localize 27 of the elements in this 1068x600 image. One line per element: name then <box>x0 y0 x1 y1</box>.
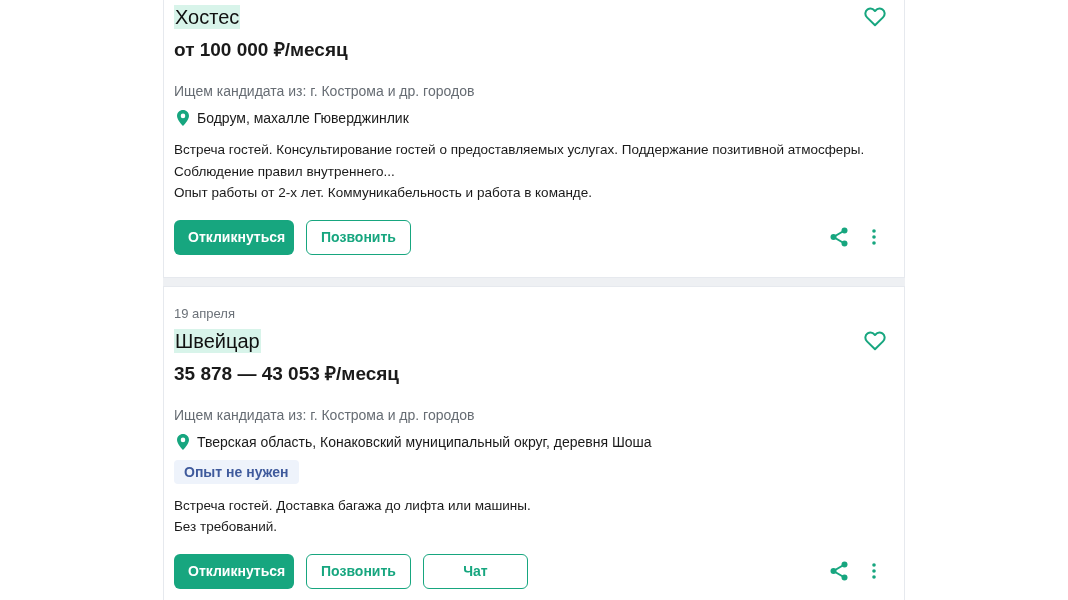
candidate-region: Ищем кандидата из: г. Кострома и др. городов <box>174 82 475 101</box>
experience-tag: Опыт не нужен <box>174 459 299 484</box>
description-text: Без требований. <box>174 518 279 536</box>
respond-button[interactable]: Откликнуться <box>174 553 294 589</box>
location: Бодрум, махалле Гюверджинлик <box>197 109 409 128</box>
action-button[interactable]: Позвонить <box>306 219 411 255</box>
vacancy-title[interactable]: Швейцар <box>174 328 261 353</box>
location-pin-icon <box>177 433 189 450</box>
heart-icon[interactable] <box>864 7 886 27</box>
location: Тверская область, Конаковский муниципальный округ, деревня Шоша <box>197 432 652 452</box>
candidate-region: Ищем кандидата из: г. Кострома и др. городов <box>174 405 475 425</box>
posted-date: 19 апреля <box>174 305 235 322</box>
description-text: Опыт работы от 2-х лет. Коммуникабельность и работа в команде. <box>174 184 593 202</box>
description-text: Встреча гостей. Консультирование гостей о предоставляемых услугах. Поддержание позитивной атмосферы. Соблюдение правил внутреннего... <box>174 141 866 181</box>
location-pin-icon <box>177 110 189 126</box>
heart-icon[interactable] <box>864 330 886 351</box>
share-icon <box>830 561 848 581</box>
more-icon <box>872 229 876 245</box>
salary: 35 878 — 43 053 ₽/месяц <box>174 361 400 386</box>
action-button[interactable]: Чат <box>423 553 528 589</box>
share-icon <box>830 227 848 247</box>
more-icon <box>872 563 876 579</box>
vacancy-title[interactable]: Хостес <box>174 5 241 29</box>
salary: от 100 000 ₽/месяц <box>174 38 348 62</box>
description-text: Встреча гостей. Доставка багажа до лифта или машины. <box>174 496 532 515</box>
action-button[interactable]: Позвонить <box>306 553 411 589</box>
respond-button[interactable]: Откликнуться <box>174 219 294 255</box>
